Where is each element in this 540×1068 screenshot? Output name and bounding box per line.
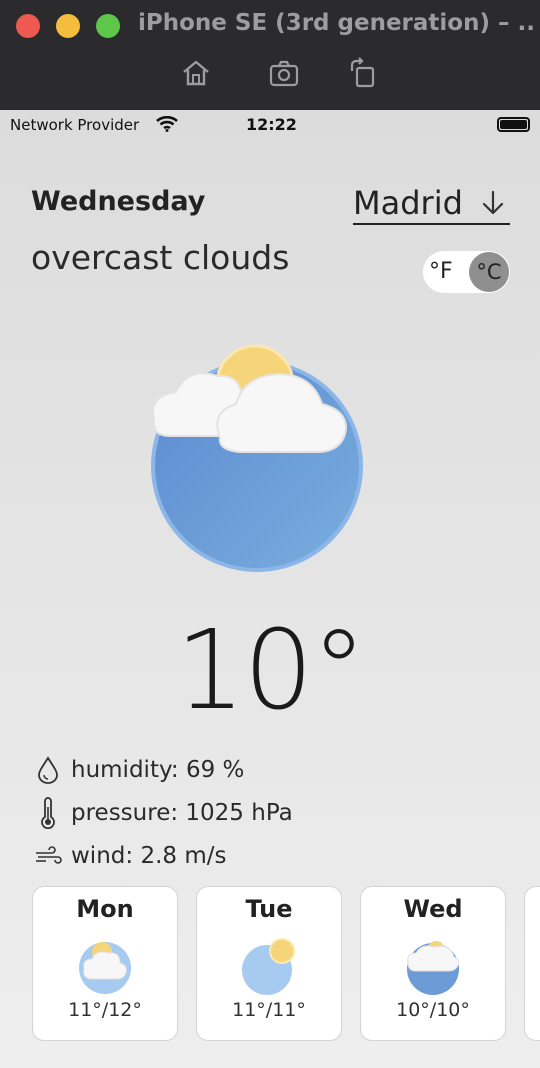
fahrenheit-option[interactable]: °F (429, 259, 453, 284)
screenshot-icon (269, 60, 299, 87)
minimize-window-button[interactable] (56, 14, 80, 38)
forecast-temp-range: 11°/11° (232, 999, 306, 1021)
city-selector[interactable]: Madrid (353, 182, 510, 225)
forecast-temp-range: 11°/12° (68, 999, 142, 1021)
water-drop-icon (38, 756, 58, 784)
current-temperature: 10° (175, 606, 367, 734)
home-button[interactable] (179, 56, 213, 90)
wind-label: wind: 2.8 m/s (71, 843, 227, 869)
weekday-heading: Wednesday (31, 186, 206, 217)
app-screen: Network Provider 12:22 Wednesday Madrid … (0, 110, 540, 1068)
wind-row: wind: 2.8 m/s (34, 839, 226, 873)
forecast-day: Wed (403, 895, 463, 923)
celsius-option[interactable]: °C (469, 252, 509, 292)
forecast-card-next[interactable] (524, 886, 540, 1041)
sun-icon (242, 938, 295, 995)
simulator-titlebar: iPhone SE (3rd generation) – ... (0, 0, 540, 110)
overcast-icon (407, 941, 459, 995)
simulator-title: iPhone SE (3rd generation) – ... (138, 10, 533, 36)
forecast-card-wed[interactable]: Wed 10°/10° (360, 886, 506, 1041)
overcast-clouds-icon (151, 344, 363, 572)
home-icon (183, 60, 209, 86)
humidity-label: humidity: 69 % (71, 757, 245, 783)
city-label: Madrid (353, 183, 463, 222)
thermometer-icon (41, 797, 55, 829)
close-window-button[interactable] (16, 14, 40, 38)
forecast-day: Mon (76, 895, 134, 923)
humidity-row: humidity: 69 % (34, 753, 244, 787)
wind-icon (36, 846, 62, 864)
status-time: 12:22 (246, 115, 297, 134)
battery-icon (497, 117, 530, 132)
zoom-window-button[interactable] (96, 14, 120, 38)
wifi-icon (156, 116, 178, 132)
rotate-button[interactable] (346, 56, 380, 90)
arrow-down-icon (482, 190, 504, 214)
forecast-day: Tue (245, 895, 293, 923)
status-bar: Network Provider 12:22 (0, 110, 540, 140)
carrier-label: Network Provider (10, 116, 140, 134)
forecast-card-tue[interactable]: Tue 11°/11° (196, 886, 342, 1041)
forecast-strip[interactable]: Mon 11°/12° Tue 11°/11° Wed 10°/10° (32, 886, 540, 1042)
screenshot-button[interactable] (267, 56, 301, 90)
forecast-temp-range: 10°/10° (396, 999, 470, 1021)
pressure-row: pressure: 1025 hPa (34, 796, 293, 830)
cloud-sun-icon (79, 942, 131, 994)
pressure-label: pressure: 1025 hPa (71, 800, 293, 826)
weather-condition: overcast clouds (31, 238, 290, 277)
forecast-card-mon[interactable]: Mon 11°/12° (32, 886, 178, 1041)
rotate-icon (350, 57, 375, 88)
unit-toggle[interactable]: °F °C (423, 251, 510, 293)
